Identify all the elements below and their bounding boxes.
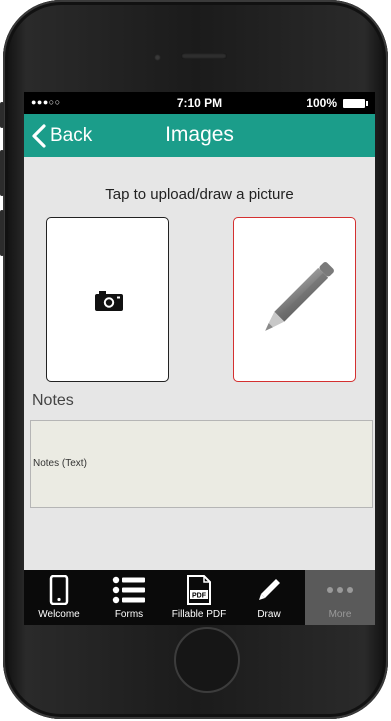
upload-instruction: Tap to upload/draw a picture	[105, 186, 294, 203]
tab-label: Draw	[257, 609, 281, 620]
tab-label: More	[328, 609, 352, 620]
upload-photo-tile[interactable]	[46, 217, 169, 382]
list-icon	[112, 576, 145, 604]
notes-field-text: Notes (Text)	[33, 458, 87, 469]
more-icon	[327, 587, 353, 593]
tab-forms[interactable]: Forms	[94, 570, 164, 625]
nav-bar: Back Images	[24, 114, 375, 157]
page-title: Images	[165, 123, 234, 146]
notes-field[interactable]: Notes (Text)	[30, 420, 373, 508]
front-camera	[154, 54, 161, 61]
volume-up-button	[0, 150, 4, 196]
notes-label: Notes	[32, 392, 74, 409]
tab-fillable-pdf[interactable]: PDF Fillable PDF	[164, 570, 234, 625]
battery-icon	[343, 99, 368, 108]
pencil-icon	[265, 262, 334, 331]
draw-picture-tile[interactable]	[233, 217, 356, 382]
tab-more[interactable]: More	[305, 570, 375, 625]
tab-label: Welcome	[38, 609, 80, 620]
tab-label: Fillable PDF	[171, 609, 227, 620]
status-bar: ●●●○○ 7:10 PM 100%	[24, 92, 375, 114]
camera-icon	[95, 291, 123, 311]
phone-icon	[49, 575, 69, 605]
svg-text:PDF: PDF	[192, 592, 207, 599]
volume-down-button	[0, 210, 4, 256]
app-screen: ●●●○○ 7:10 PM 100% Back Images Tap to up…	[24, 92, 375, 625]
pdf-icon: PDF	[187, 575, 211, 605]
tab-label: Forms	[114, 609, 144, 620]
home-button[interactable]	[174, 627, 240, 693]
tab-bar: Welcome Forms PDF Fillable PDF Draw More	[24, 570, 375, 625]
silent-switch	[0, 102, 4, 128]
pencil-icon	[259, 579, 280, 600]
battery-percent: 100%	[306, 96, 337, 110]
earpiece-speaker	[181, 53, 227, 59]
tab-welcome[interactable]: Welcome	[24, 570, 94, 625]
tab-draw[interactable]: Draw	[234, 570, 304, 625]
